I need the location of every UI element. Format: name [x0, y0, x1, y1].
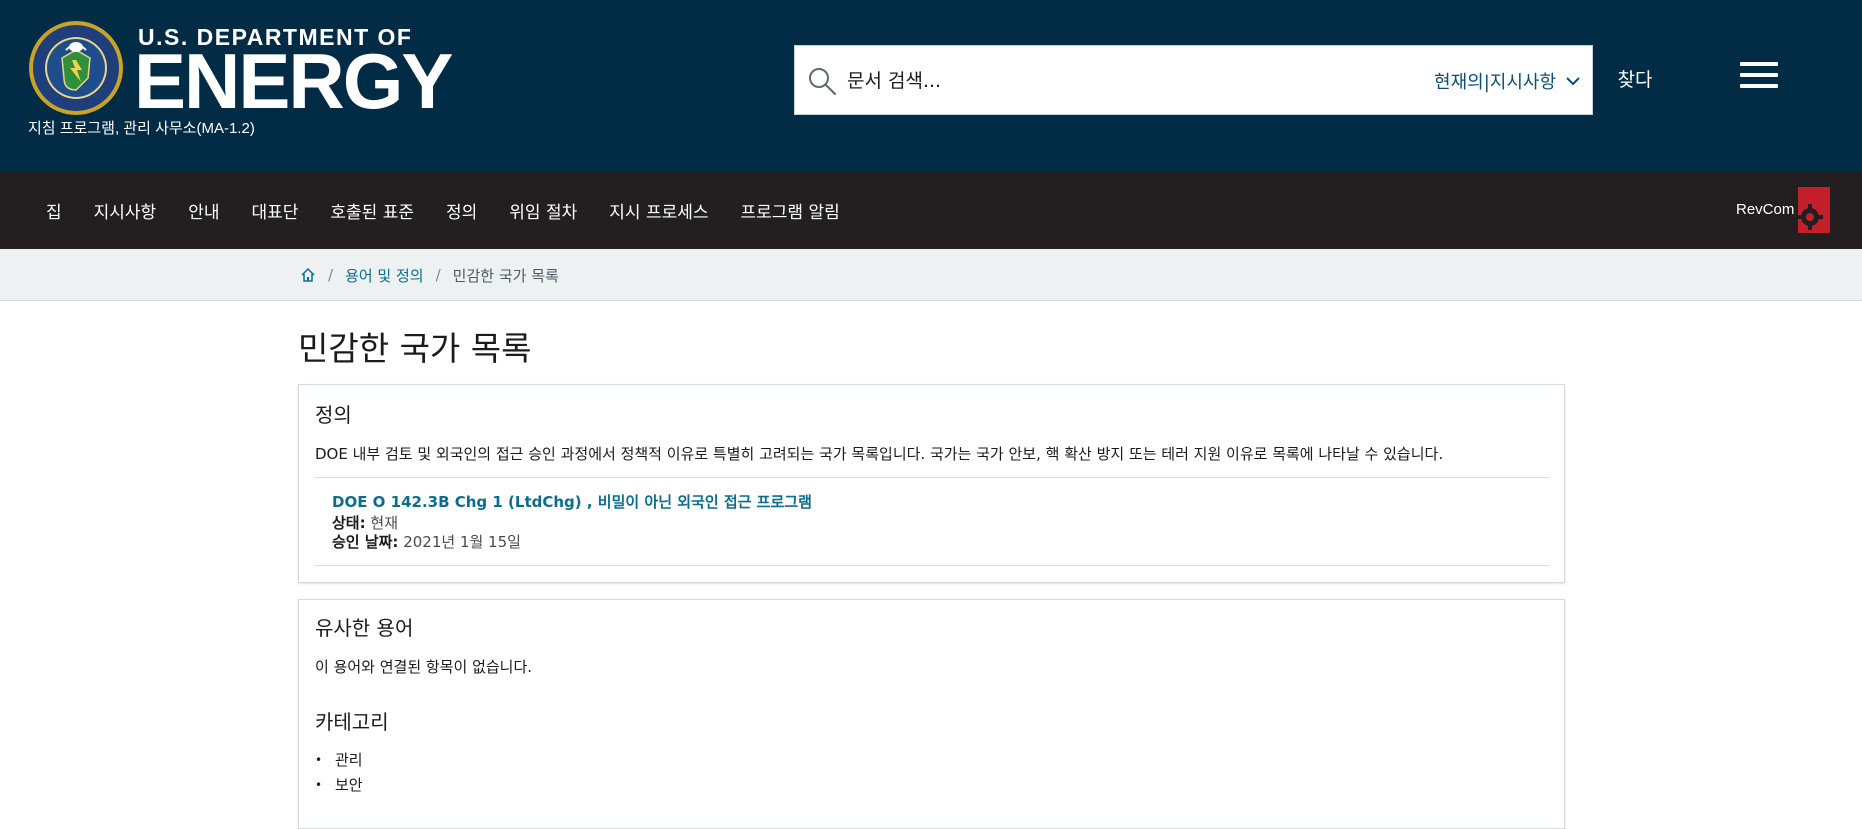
search-box: 현재의|지시사항 [794, 45, 1593, 115]
office-name: 지침 프로그램, 관리 사무소(MA-1.2) [28, 120, 255, 137]
page-title: 민감한 국가 목록 [298, 329, 532, 368]
source-directive-link[interactable]: DOE O 142.3B Chg 1 (LtdChg) , 비밀이 아닌 외국인… [332, 491, 812, 512]
definition-text: DOE 내부 검토 및 외국인의 접근 승인 과정에서 정책적 이유로 특별히 … [315, 445, 1444, 463]
definition-heading: 정의 [315, 403, 352, 427]
main-nav: 집 지시사항 안내 대표단 호출된 표준 정의 위임 절차 지시 프로세스 프로… [0, 171, 1862, 249]
source-status: 상태: 현재 [332, 514, 812, 533]
breadcrumb-separator: / [435, 266, 441, 284]
breadcrumb-current: 민감한 국가 목록 [452, 266, 559, 285]
categories-heading: 카테고리 [315, 710, 389, 734]
approved-date-label: 승인 날짜: [332, 533, 399, 551]
status-value: 현재 [370, 514, 398, 532]
nav-item-program-notices[interactable]: 프로그램 알림 [725, 198, 856, 223]
category-item: 보안 [315, 773, 363, 798]
categories-list: 관리 보안 [315, 748, 363, 798]
nav-item-invoked-standards[interactable]: 호출된 표준 [314, 198, 430, 223]
search-scope-select[interactable]: 현재의|지시사항 [1434, 62, 1582, 100]
source-approved-date: 승인 날짜: 2021년 1월 15일 [332, 533, 812, 552]
search-scope-label: 현재의|지시사항 [1434, 72, 1556, 93]
status-label: 상태: [332, 514, 366, 532]
menu-icon[interactable] [1740, 60, 1780, 92]
breadcrumb-separator: / [328, 266, 334, 284]
revcom-label: RevCom [1736, 201, 1795, 218]
nav-item-definitions[interactable]: 정의 [430, 198, 493, 223]
similar-terms-heading: 유사한 용어 [315, 616, 414, 640]
search-icon [809, 68, 837, 96]
search-input[interactable] [847, 60, 1367, 102]
nav-items: 집 지시사항 안내 대표단 호출된 표준 정의 위임 절차 지시 프로세스 프로… [30, 171, 856, 249]
nav-item-delegations[interactable]: 대표단 [235, 198, 314, 223]
nav-item-directives-process[interactable]: 지시 프로세스 [593, 198, 724, 223]
nav-item-delegation-process[interactable]: 위임 절차 [493, 198, 593, 223]
home-icon[interactable] [300, 267, 316, 283]
approved-date-value: 2021년 1월 15일 [403, 533, 521, 551]
breadcrumb-terms-link[interactable]: 용어 및 정의 [345, 265, 424, 286]
similar-terms-card: 유사한 용어 이 용어와 연결된 항목이 없습니다. 카테고리 관리 보안 [298, 599, 1565, 829]
divider [315, 565, 1549, 566]
definition-card: 정의 DOE 내부 검토 및 외국인의 접근 승인 과정에서 정책적 이유로 특… [298, 384, 1565, 583]
revcom-logo-icon [1797, 187, 1830, 233]
category-item: 관리 [315, 748, 363, 773]
breadcrumb: / 용어 및 정의 / 민감한 국가 목록 [300, 249, 559, 301]
definition-source: DOE O 142.3B Chg 1 (LtdChg) , 비밀이 아닌 외국인… [332, 491, 812, 552]
revcom-link[interactable]: RevCom [1736, 187, 1836, 233]
breadcrumb-bar: / 용어 및 정의 / 민감한 국가 목록 [0, 249, 1862, 301]
site-header: U.S. DEPARTMENT OF ENERGY 지침 프로그램, 관리 사무… [0, 0, 1862, 171]
agency-name-line2: ENERGY [134, 37, 453, 125]
similar-terms-empty: 이 용어와 연결된 항목이 없습니다. [315, 658, 533, 676]
nav-item-home[interactable]: 집 [30, 198, 78, 223]
divider [315, 477, 1549, 478]
doe-seal-logo[interactable] [28, 20, 124, 116]
nav-item-guidance[interactable]: 안내 [172, 198, 235, 223]
find-button[interactable]: 찾다 [1600, 58, 1670, 98]
nav-item-directives[interactable]: 지시사항 [78, 198, 173, 223]
chevron-down-icon [1566, 77, 1580, 86]
